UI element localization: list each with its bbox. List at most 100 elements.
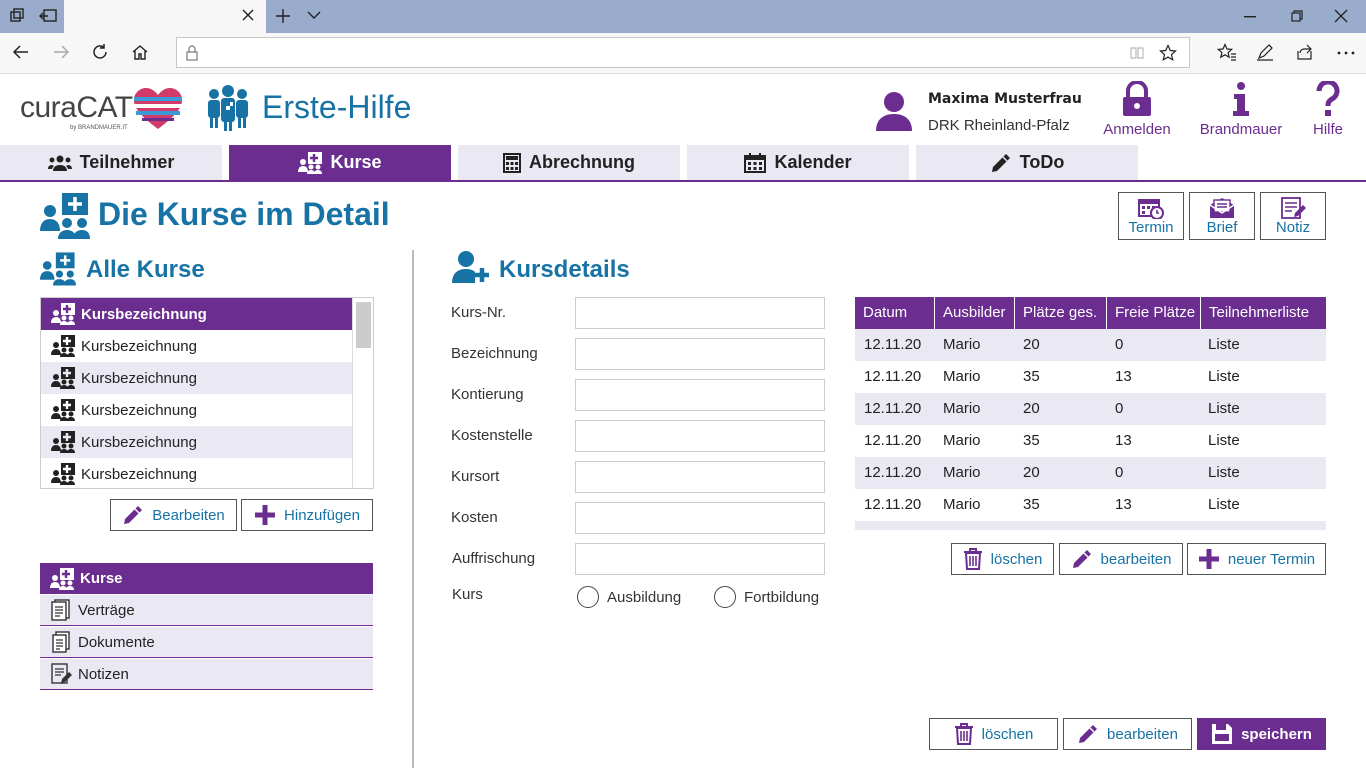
column-header[interactable]: Plätze ges.	[1014, 297, 1106, 329]
participant-list-link[interactable]: Liste	[1199, 521, 1240, 530]
window-close-icon[interactable]	[1334, 9, 1348, 23]
participant-list-link[interactable]: Liste	[1199, 425, 1240, 457]
favorites-icon[interactable]	[1217, 43, 1237, 61]
side-menu-notizen[interactable]: Notizen	[40, 659, 373, 690]
tab-todo[interactable]: ToDo	[916, 145, 1138, 180]
radio-fortbildung[interactable]: Fortbildung	[714, 586, 819, 608]
tab-actions-icon[interactable]	[9, 8, 25, 24]
column-header[interactable]: Freie Plätze	[1106, 297, 1200, 329]
list-item-label: Kursbezeichnung	[81, 401, 197, 419]
list-item[interactable]: Kursbezeichnung	[41, 394, 352, 426]
share-icon[interactable]	[1296, 43, 1314, 61]
save-button[interactable]: speichern	[1197, 718, 1326, 750]
restore-icon[interactable]	[1291, 10, 1303, 22]
tab-label: Kalender	[774, 152, 852, 172]
new-tab-icon[interactable]	[275, 8, 291, 24]
edit-appointment-button[interactable]: bearbeiten	[1059, 543, 1183, 575]
close-tab-icon[interactable]	[241, 8, 255, 22]
edit-button[interactable]: bearbeiten	[1063, 718, 1192, 750]
tab-abrechnung[interactable]: Abrechnung	[458, 145, 680, 180]
table-row[interactable]: 12.11.20 Mario 20 0 Liste	[855, 521, 1326, 530]
kostenstelle-input[interactable]	[575, 420, 825, 452]
favorite-star-icon[interactable]	[1159, 44, 1177, 62]
table-row[interactable]: 12.11.20 Mario 35 13 Liste	[855, 425, 1326, 457]
radio-circle[interactable]	[577, 586, 599, 608]
scrollbar-thumb[interactable]	[356, 302, 371, 348]
back-icon[interactable]	[12, 43, 30, 61]
home-icon[interactable]	[131, 43, 149, 61]
course-icon	[51, 367, 75, 389]
table-cell: 35	[1023, 368, 1040, 385]
brief-button[interactable]: Brief	[1189, 192, 1255, 240]
radio-ausbildung[interactable]: Ausbildung	[577, 586, 681, 608]
appointment-icon	[1138, 199, 1164, 219]
table-cell: Mario	[943, 432, 981, 449]
tab-list-chevron-icon[interactable]	[306, 10, 322, 20]
delete-appointment-button[interactable]: löschen	[951, 543, 1054, 575]
refresh-icon[interactable]	[91, 43, 109, 61]
first-aid-team-icon	[204, 84, 252, 132]
set-tabs-aside-icon[interactable]	[39, 8, 57, 24]
help-button[interactable]: Hilfe	[1306, 81, 1350, 141]
documents-icon	[52, 631, 70, 653]
list-item[interactable]: Kursbezeichnung	[41, 458, 352, 488]
auffrischung-input[interactable]	[575, 543, 825, 575]
bezeichnung-input[interactable]	[575, 338, 825, 370]
kontierung-input[interactable]	[575, 379, 825, 411]
side-menu-label: Notizen	[78, 665, 129, 683]
course-detail-icon	[40, 193, 90, 239]
list-item-label: Kursbezeichnung	[81, 465, 197, 483]
course-list-scrollbar[interactable]	[352, 298, 373, 488]
table-cell: 20	[1023, 464, 1040, 481]
forward-icon[interactable]	[52, 43, 70, 61]
participant-list-link[interactable]: Liste	[1199, 489, 1240, 521]
list-item[interactable]: Kursbezeichnung	[41, 426, 352, 458]
list-item[interactable]: Kursbezeichnung	[41, 362, 352, 394]
notiz-button-label: Notiz	[1275, 219, 1311, 236]
tab-kurse[interactable]: Kurse	[229, 145, 451, 180]
tab-teilnehmer[interactable]: Teilnehmer	[0, 145, 222, 180]
table-row[interactable]: 12.11.20 Mario 35 13 Liste	[855, 489, 1326, 521]
participant-list-link[interactable]: Liste	[1199, 457, 1240, 489]
browser-tab-active[interactable]	[64, 0, 266, 33]
participant-list-link[interactable]: Liste	[1199, 329, 1240, 361]
column-header[interactable]: Ausbilder	[934, 297, 1014, 329]
notes-pen-icon[interactable]	[1256, 43, 1274, 61]
course-icon	[51, 431, 75, 453]
address-bar[interactable]	[176, 37, 1190, 68]
side-menu-vertraege[interactable]: Verträge	[40, 595, 373, 626]
add-course-button[interactable]: Hinzufügen	[241, 499, 373, 531]
column-header[interactable]: Datum	[855, 297, 934, 329]
reading-view-icon[interactable]	[1129, 45, 1145, 61]
kursort-input[interactable]	[575, 461, 825, 493]
tab-kalender[interactable]: Kalender	[687, 145, 909, 180]
kosten-input[interactable]	[575, 502, 825, 534]
new-appointment-button[interactable]: neuer Termin	[1187, 543, 1326, 575]
radio-circle[interactable]	[714, 586, 736, 608]
calendar-icon	[744, 152, 767, 173]
participant-list-link[interactable]: Liste	[1199, 361, 1240, 393]
more-icon[interactable]	[1337, 51, 1355, 55]
list-item[interactable]: Kursbezeichnung	[41, 330, 352, 362]
minimize-icon[interactable]	[1244, 16, 1256, 18]
table-cell: Mario	[943, 464, 981, 481]
table-row[interactable]: 12.11.20 Mario 20 0 Liste	[855, 393, 1326, 425]
table-row[interactable]: 12.11.20 Mario 20 0 Liste	[855, 329, 1326, 361]
save-disk-icon	[1212, 724, 1233, 744]
termin-button[interactable]: Termin	[1118, 192, 1184, 240]
table-row[interactable]: 12.11.20 Mario 20 0 Liste	[855, 457, 1326, 489]
notiz-button[interactable]: Notiz	[1260, 192, 1326, 240]
delete-button[interactable]: löschen	[929, 718, 1058, 750]
note-icon	[1281, 197, 1306, 219]
column-header[interactable]: Teilnehmerliste	[1200, 297, 1326, 329]
kurs-nr-input[interactable]	[575, 297, 825, 329]
login-button[interactable]: Anmelden	[1101, 81, 1173, 141]
users-icon	[47, 155, 72, 171]
side-menu-kurse[interactable]: Kurse	[40, 563, 373, 594]
edit-course-button[interactable]: Bearbeiten	[110, 499, 237, 531]
brandmauer-button[interactable]: Brandmauer	[1199, 81, 1283, 141]
list-item[interactable]: Kursbezeichnung	[41, 298, 352, 330]
participant-list-link[interactable]: Liste	[1199, 393, 1240, 425]
table-row[interactable]: 12.11.20 Mario 35 13 Liste	[855, 361, 1326, 393]
side-menu-dokumente[interactable]: Dokumente	[40, 627, 373, 658]
